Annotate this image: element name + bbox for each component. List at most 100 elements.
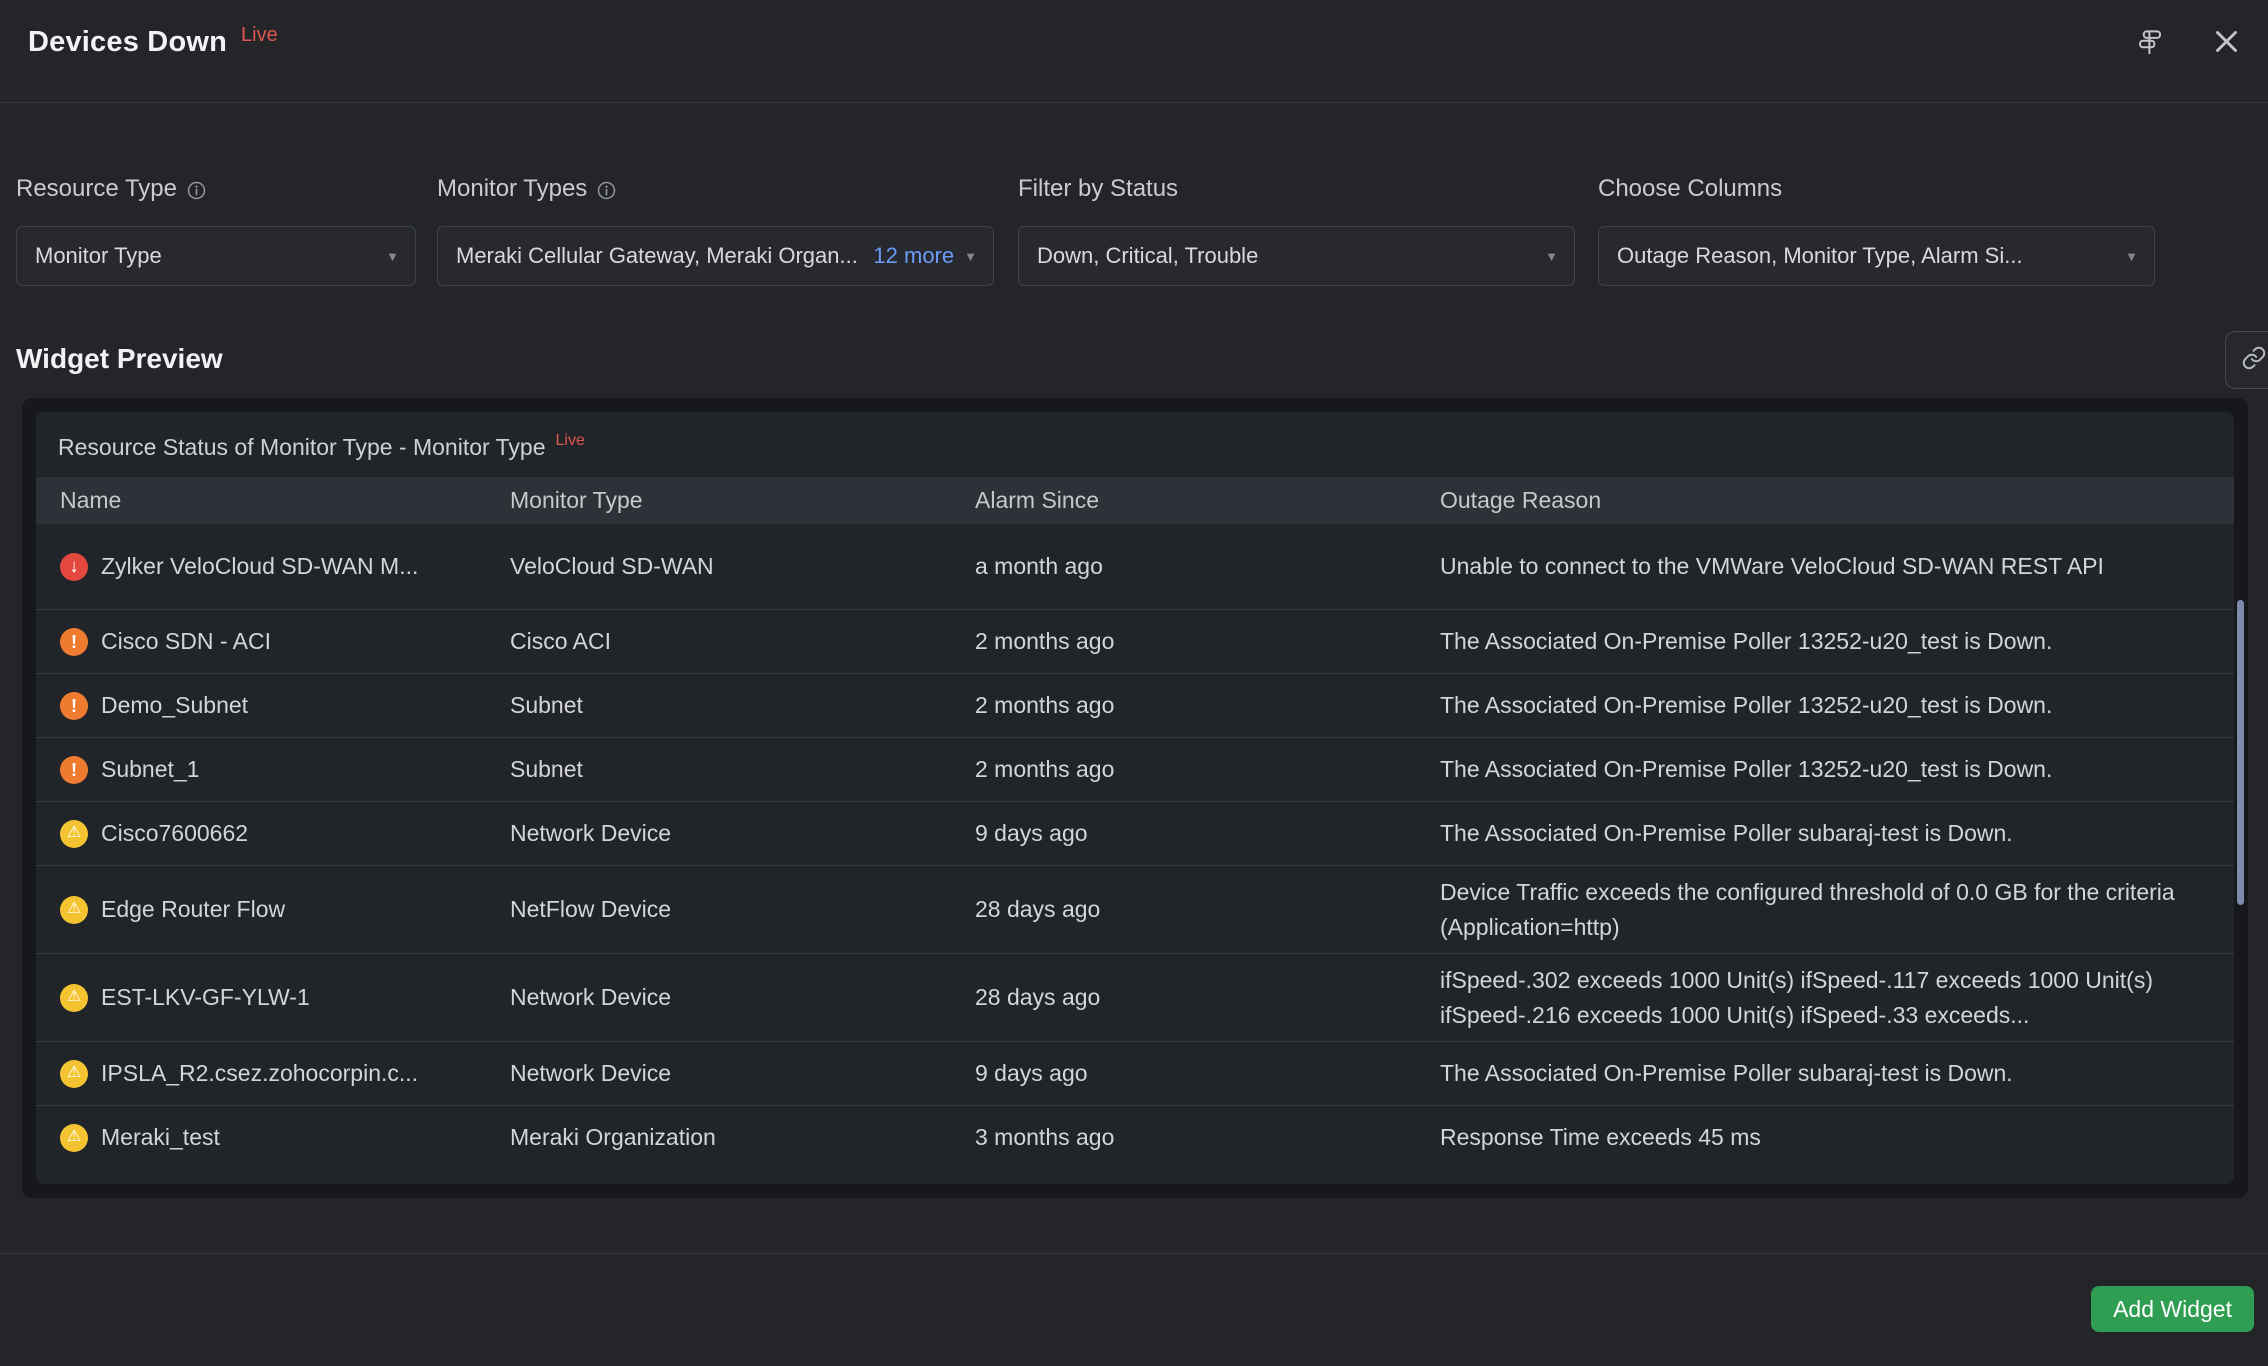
device-name: Zylker VeloCloud SD-WAN M... [101, 553, 418, 580]
resource-type-label: Resource Type [16, 175, 177, 203]
device-name: Cisco7600662 [101, 820, 248, 847]
outage-reason-cell: The Associated On-Premise Poller 13252-u… [1440, 688, 2210, 723]
widget-card: Resource Status of Monitor Type - Monito… [36, 412, 2234, 1184]
device-name-cell: ! Demo_Subnet [60, 692, 510, 720]
filter-choose-columns: Choose Columns Outage Reason, Monitor Ty… [1598, 175, 2155, 286]
device-name-cell: ! Cisco SDN - ACI [60, 628, 510, 656]
monitor-types-value: Meraki Cellular Gateway, Meraki Organ... [456, 243, 869, 269]
column-header-monitor-type[interactable]: Monitor Type [510, 487, 975, 514]
filter-by-status-label: Filter by Status [1018, 175, 1178, 203]
device-name: IPSLA_R2.csez.zohocorpin.c... [101, 1060, 418, 1087]
column-header-alarm-since[interactable]: Alarm Since [975, 487, 1440, 514]
table-row[interactable]: ↓ Zylker VeloCloud SD-WAN M... VeloCloud… [36, 524, 2234, 609]
resource-type-select[interactable]: Monitor Type ▼ [16, 226, 416, 286]
status-critical-icon: ! [60, 756, 88, 784]
widget-title: Resource Status of Monitor Type - Monito… [58, 434, 546, 461]
choose-columns-label: Choose Columns [1598, 175, 1782, 203]
monitor-type-cell: NetFlow Device [510, 896, 975, 923]
table-row[interactable]: ! Cisco SDN - ACI Cisco ACI 2 months ago… [36, 609, 2234, 673]
monitor-types-select[interactable]: Meraki Cellular Gateway, Meraki Organ...… [437, 226, 994, 286]
status-down-icon: ↓ [60, 553, 88, 581]
outage-reason-cell: Unable to connect to the VMWare VeloClou… [1440, 549, 2210, 584]
choose-columns-select[interactable]: Outage Reason, Monitor Type, Alarm Si...… [1598, 226, 2155, 286]
link-icon [2241, 345, 2267, 376]
device-name-cell: ⚠ Meraki_test [60, 1124, 510, 1152]
table-row[interactable]: ⚠ Meraki_test Meraki Organization 3 mont… [36, 1105, 2234, 1169]
status-trouble-icon: ⚠ [60, 820, 88, 848]
choose-columns-value: Outage Reason, Monitor Type, Alarm Si... [1617, 243, 2115, 269]
more-monitor-types-link[interactable]: 12 more [873, 243, 954, 269]
monitor-type-cell: Network Device [510, 984, 975, 1011]
filter-by-status: Filter by Status Down, Critical, Trouble… [1018, 175, 1575, 286]
device-name: Meraki_test [101, 1124, 220, 1151]
device-name: Edge Router Flow [101, 896, 285, 923]
outage-reason-cell: Response Time exceeds 45 ms [1440, 1120, 2210, 1155]
filter-monitor-types: Monitor Types Meraki Cellular Gateway, M… [437, 175, 994, 286]
widget-layout-icon [2135, 27, 2165, 60]
column-header-outage-reason[interactable]: Outage Reason [1440, 487, 2210, 514]
device-name-cell: ⚠ EST-LKV-GF-YLW-1 [60, 984, 510, 1012]
table-row[interactable]: ⚠ Cisco7600662 Network Device 9 days ago… [36, 801, 2234, 865]
table-body: ↓ Zylker VeloCloud SD-WAN M... VeloCloud… [36, 524, 2234, 1169]
widget-preview-panel: Resource Status of Monitor Type - Monito… [22, 398, 2248, 1198]
monitor-type-cell: Network Device [510, 1060, 975, 1087]
chevron-down-icon: ▼ [2125, 249, 2138, 264]
chevron-down-icon: ▼ [1545, 249, 1558, 264]
monitor-type-cell: Network Device [510, 820, 975, 847]
monitor-type-cell: VeloCloud SD-WAN [510, 553, 975, 580]
live-badge: Live [241, 24, 278, 47]
resource-type-value: Monitor Type [35, 243, 376, 269]
alarm-since-cell: 28 days ago [975, 896, 1440, 923]
device-name: Subnet_1 [101, 756, 199, 783]
monitor-type-cell: Cisco ACI [510, 628, 975, 655]
dialog-header: Devices Down Live [0, 0, 2268, 103]
status-trouble-icon: ⚠ [60, 1124, 88, 1152]
table-row[interactable]: ⚠ IPSLA_R2.csez.zohocorpin.c... Network … [36, 1041, 2234, 1105]
page-title: Devices Down [28, 26, 227, 59]
alarm-since-cell: 3 months ago [975, 1124, 1440, 1151]
monitor-types-label: Monitor Types [437, 175, 587, 203]
add-widget-button[interactable]: Add Widget [2091, 1286, 2254, 1332]
chevron-down-icon: ▼ [386, 249, 399, 264]
device-name: Cisco SDN - ACI [101, 628, 271, 655]
close-button[interactable] [2213, 28, 2240, 58]
monitor-type-cell: Subnet [510, 692, 975, 719]
close-icon [2213, 28, 2240, 58]
device-name-cell: ⚠ IPSLA_R2.csez.zohocorpin.c... [60, 1060, 510, 1088]
table-header-row: Name Monitor Type Alarm Since Outage Rea… [36, 477, 2234, 524]
outage-reason-cell: ifSpeed-.302 exceeds 1000 Unit(s) ifSpee… [1440, 963, 2210, 1032]
alarm-since-cell: a month ago [975, 553, 1440, 580]
outage-reason-cell: The Associated On-Premise Poller subaraj… [1440, 1056, 2210, 1091]
status-trouble-icon: ⚠ [60, 1060, 88, 1088]
info-icon[interactable] [597, 181, 616, 200]
filter-by-status-value: Down, Critical, Trouble [1037, 243, 1535, 269]
filter-resource-type: Resource Type Monitor Type ▼ [16, 175, 416, 286]
copy-link-button[interactable] [2225, 331, 2268, 389]
chevron-down-icon: ▼ [964, 249, 977, 264]
alarm-since-cell: 2 months ago [975, 628, 1440, 655]
table-row[interactable]: ⚠ Edge Router Flow NetFlow Device 28 day… [36, 865, 2234, 953]
monitor-type-cell: Meraki Organization [510, 1124, 975, 1151]
vertical-scrollbar[interactable] [2237, 600, 2244, 905]
outage-reason-cell: The Associated On-Premise Poller 13252-u… [1440, 752, 2210, 787]
device-name-cell: ⚠ Edge Router Flow [60, 896, 510, 924]
alarm-since-cell: 9 days ago [975, 1060, 1440, 1087]
table-row[interactable]: ! Subnet_1 Subnet 2 months ago The Assoc… [36, 737, 2234, 801]
filter-by-status-select[interactable]: Down, Critical, Trouble ▼ [1018, 226, 1575, 286]
outage-reason-cell: Device Traffic exceeds the configured th… [1440, 875, 2210, 944]
status-trouble-icon: ⚠ [60, 984, 88, 1012]
monitor-type-cell: Subnet [510, 756, 975, 783]
status-trouble-icon: ⚠ [60, 896, 88, 924]
info-icon[interactable] [187, 181, 206, 200]
alarm-since-cell: 9 days ago [975, 820, 1440, 847]
device-name-cell: ↓ Zylker VeloCloud SD-WAN M... [60, 553, 510, 581]
alarm-since-cell: 2 months ago [975, 692, 1440, 719]
footer-divider [0, 1253, 2268, 1254]
table-row[interactable]: ⚠ EST-LKV-GF-YLW-1 Network Device 28 day… [36, 953, 2234, 1041]
table-row[interactable]: ! Demo_Subnet Subnet 2 months ago The As… [36, 673, 2234, 737]
widget-live-badge: Live [556, 432, 585, 450]
device-name: Demo_Subnet [101, 692, 248, 719]
device-name: EST-LKV-GF-YLW-1 [101, 984, 310, 1011]
column-header-name[interactable]: Name [60, 487, 510, 514]
widget-layout-button[interactable] [2135, 27, 2165, 60]
